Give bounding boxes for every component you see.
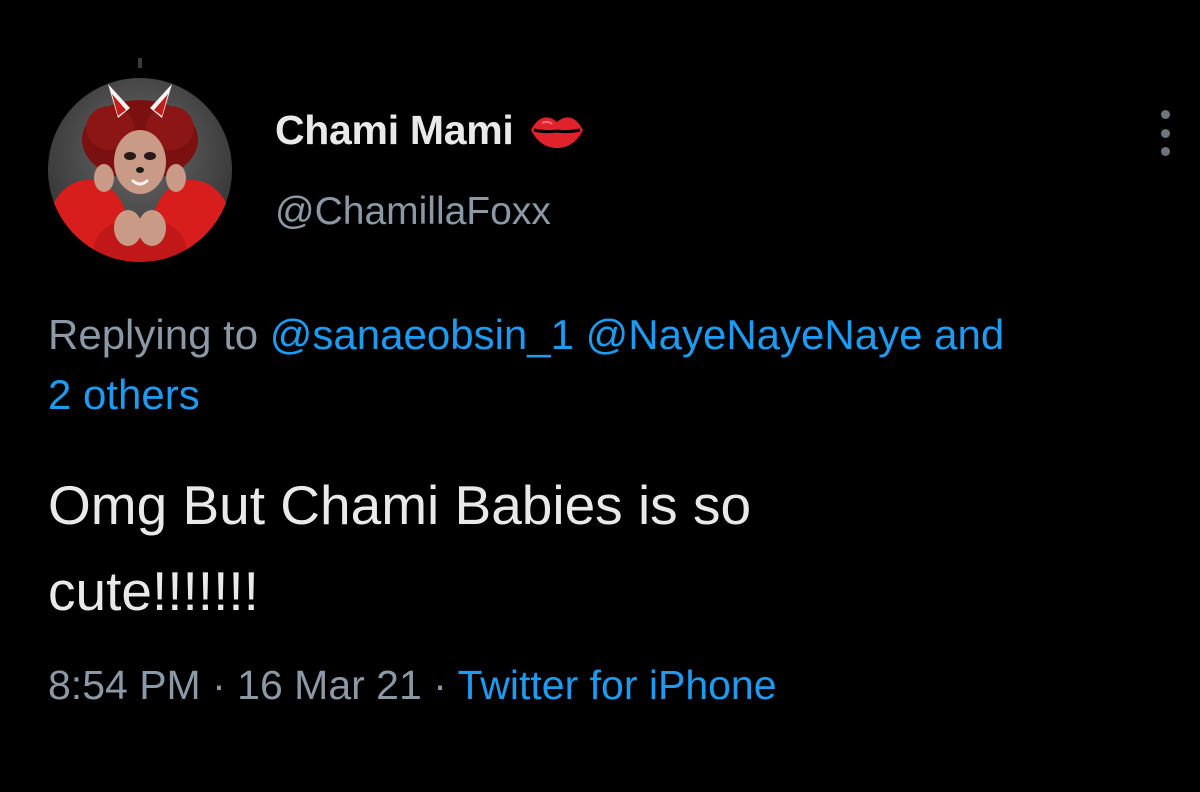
author-name-row[interactable]: Chami Mami <box>275 104 586 156</box>
author-handle[interactable]: @ChamillaFoxx <box>275 190 551 234</box>
more-options-icon[interactable] <box>1148 110 1182 156</box>
meta-separator: · <box>433 662 447 708</box>
tweet-text: Omg But Chami Babies is so cute!!!!!!! <box>48 462 1168 634</box>
meta-separator: · <box>212 662 226 708</box>
avatar-image <box>48 78 232 262</box>
tweet-text-line: cute!!!!!!! <box>48 560 259 622</box>
author-display-name[interactable]: Chami Mami <box>275 107 514 154</box>
tweet-date[interactable]: 16 Mar 21 <box>237 662 422 708</box>
tweet-text-line: Omg But Chami Babies is so <box>48 474 752 536</box>
avatar[interactable] <box>48 78 232 262</box>
replying-to-connector[interactable]: and <box>934 311 1004 358</box>
tweet-source-link[interactable]: Twitter for iPhone <box>458 662 777 708</box>
kiss-mark-icon <box>530 117 583 148</box>
replying-to-label: Replying to <box>48 311 259 358</box>
tweet-time[interactable]: 8:54 PM <box>48 662 201 708</box>
more-dot <box>1160 110 1170 119</box>
mention-link[interactable]: @sanaeobsin_1 <box>270 311 574 358</box>
more-dot <box>1160 128 1170 138</box>
more-dot <box>1160 147 1170 156</box>
mention-link[interactable]: @NayeNayeNaye <box>586 311 923 358</box>
tweet-meta: 8:54 PM · 16 Mar 21 · Twitter for iPhone <box>48 662 777 709</box>
replying-to: Replying to @sanaeobsin_1 @NayeNayeNaye … <box>48 305 1188 425</box>
tweet-detail: Chami Mami @ChamillaFoxx Replying to @sa… <box>0 0 1200 792</box>
others-link[interactable]: 2 others <box>48 371 200 418</box>
scroll-indicator <box>138 58 142 68</box>
